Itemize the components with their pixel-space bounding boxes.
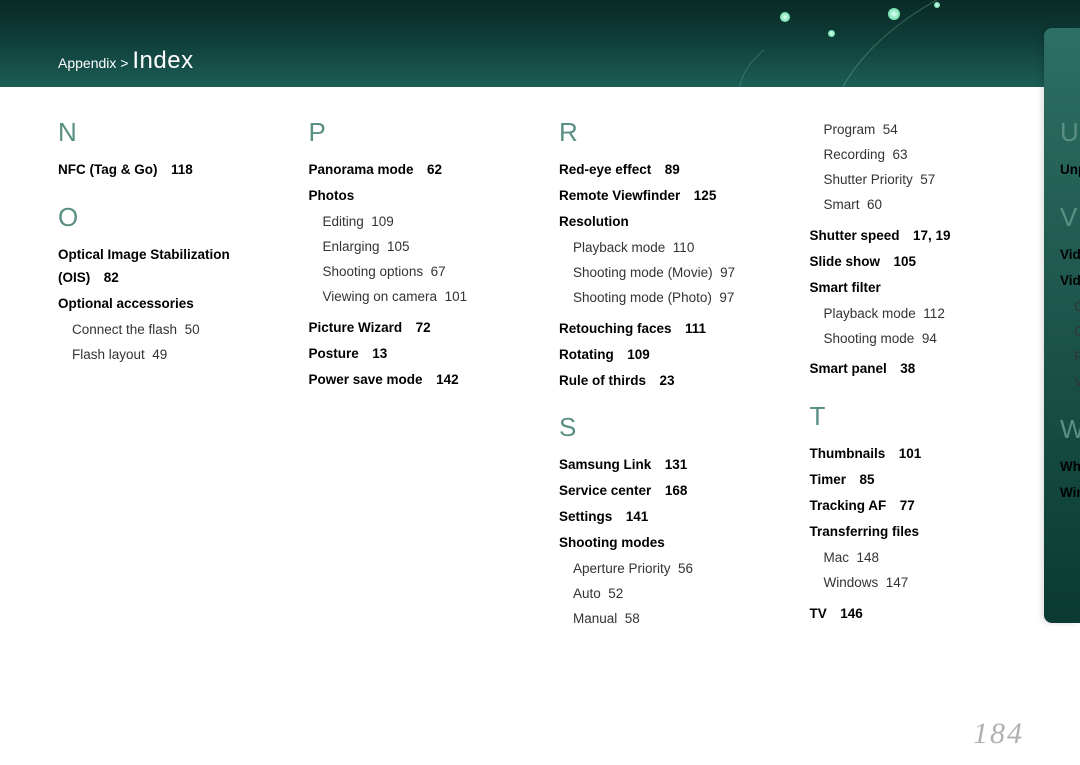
index-entry[interactable]: Picture Wizard 72 xyxy=(309,317,520,340)
index-sub-list: Aperture Priority 56Auto 52Manual 58 xyxy=(573,558,770,631)
index-letter: W xyxy=(1060,416,1080,442)
index-entry[interactable]: Timer 85 xyxy=(810,469,1021,492)
breadcrumb-separator: > xyxy=(120,55,128,71)
index-sub-entry[interactable]: Auto 52 xyxy=(573,583,770,606)
index-sub-entry[interactable]: Aperture Priority 56 xyxy=(573,558,770,581)
index-section-o: O Optical Image Stabilization (OIS) 82 Opt… xyxy=(58,204,269,367)
index-entry[interactable]: Tracking AF 77 xyxy=(810,495,1021,518)
index-sub-list: Playback mode 112Shooting mode 94 xyxy=(824,303,1021,351)
index-section-n: N NFC (Tag & Go) 118 xyxy=(58,119,269,182)
index-sub-entry[interactable]: Options 97 xyxy=(1074,321,1080,344)
index-sub-list: Playback mode 110Shooting mode (Movie) 9… xyxy=(573,237,770,310)
index-entry[interactable]: Service center 168 xyxy=(559,480,770,503)
index-entry[interactable]: Video Out 142 xyxy=(1060,244,1080,267)
index-sub-entry[interactable]: Playback mode 110 xyxy=(573,237,770,260)
index-entry[interactable]: Resolution xyxy=(559,211,770,234)
index-entry[interactable]: Shutter speed 17, 19 xyxy=(810,225,1021,248)
index-section-u: U Unpacking 28 xyxy=(1060,119,1080,182)
index-section-w: W White balance 70 Wireless network 114 xyxy=(1060,416,1080,505)
index-entry[interactable]: Panorama mode 62 xyxy=(309,159,520,182)
index-letter: V xyxy=(1060,204,1080,230)
index-entry[interactable]: White balance 70 xyxy=(1060,456,1080,479)
index-sub-entry[interactable]: Shooting mode 94 xyxy=(824,328,1021,351)
index-sub-entry[interactable]: Recording 63 xyxy=(1074,346,1080,369)
index-sub-entry[interactable]: Windows 147 xyxy=(824,572,1021,595)
index-sub-entry[interactable]: Playback mode 112 xyxy=(824,303,1021,326)
index-sub-entry[interactable]: Connect the flash 50 xyxy=(72,319,269,342)
index-sub-list: Editing 109Enlarging 105Shooting options… xyxy=(323,211,520,309)
index-entry[interactable]: Transferring files xyxy=(810,521,1021,544)
index-sub-entry[interactable]: Editing 109 xyxy=(323,211,520,234)
index-entry[interactable]: Samsung Link 131 xyxy=(559,454,770,477)
index-sub-entry[interactable]: Enlarging 105 xyxy=(323,236,520,259)
header-decoration xyxy=(660,0,1080,87)
index-entry[interactable]: Rule of thirds 23 xyxy=(559,370,770,393)
index-entry[interactable]: Red-eye effect 89 xyxy=(559,159,770,182)
index-entry[interactable]: Power save mode 142 xyxy=(309,369,520,392)
index-section-p: P Panorama mode 62 Photos Editing 109Enlarg… xyxy=(309,119,520,391)
index-entry[interactable]: Thumbnails 101 xyxy=(810,443,1021,466)
index-letter: O xyxy=(58,204,269,230)
index-sub-entry[interactable]: Viewing on camera 101 xyxy=(323,286,520,309)
index-sub-entry[interactable]: Manual 58 xyxy=(573,608,770,631)
index-entry[interactable]: Posture 13 xyxy=(309,343,520,366)
index-letter: R xyxy=(559,119,770,145)
breadcrumb-section: Appendix xyxy=(58,55,116,71)
index-entry[interactable]: TV 146 xyxy=(810,603,1021,626)
index-letter: P xyxy=(309,119,520,145)
index-entry[interactable]: Photos xyxy=(309,185,520,208)
index-section-s: S Samsung Link 131 Service center 168 Setti… xyxy=(559,414,770,631)
index-letter: U xyxy=(1060,119,1080,145)
index-sub-list: Capturing 108 Options 97 Recording 63 Viewi… xyxy=(1074,296,1080,394)
page-header: Appendix > Index xyxy=(0,0,1080,87)
index-entry[interactable]: Rotating 109 xyxy=(559,344,770,367)
index-sub-entry[interactable]: Recording 63 xyxy=(824,144,1021,167)
index-entry[interactable]: Shooting modes xyxy=(559,532,770,555)
index-sub-entry[interactable]: Capturing 108 xyxy=(1074,296,1080,319)
index-entry[interactable]: Settings 141 xyxy=(559,506,770,529)
index-sub-entry[interactable]: Shooting mode (Photo) 97 xyxy=(573,287,770,310)
index-entry[interactable]: Wireless network 114 xyxy=(1060,482,1080,505)
index-entry[interactable]: NFC (Tag & Go) 118 xyxy=(58,159,269,182)
index-section-v: V Video Out 142 Videos Capturing 108 Options… xyxy=(1060,204,1080,394)
index-entry[interactable]: Optical Image Stabilization (OIS) 82 xyxy=(58,244,269,290)
index-sub-list: Mac 148Windows 147 xyxy=(824,547,1021,595)
page-title: Index xyxy=(132,47,193,74)
index-letter: S xyxy=(559,414,770,440)
index-sub-entry[interactable]: Mac 148 xyxy=(824,547,1021,570)
index-sub-entry[interactable]: Shutter Priority 57 xyxy=(824,169,1021,192)
index-letter: T xyxy=(810,403,1021,429)
index-section-r: R Red-eye effect 89 Remote Viewfinder 125 R… xyxy=(559,119,770,392)
index-sub-entry[interactable]: Smart 60 xyxy=(824,194,1021,217)
index-entry[interactable]: Smart filter xyxy=(810,277,1021,300)
page-number: 184 xyxy=(973,717,1024,751)
index-sub-entry[interactable]: Shooting mode (Movie) 97 xyxy=(573,262,770,285)
index-entry[interactable]: Remote Viewfinder 125 xyxy=(559,185,770,208)
index-letter: N xyxy=(58,119,269,145)
index-entry[interactable]: Videos xyxy=(1060,270,1080,293)
index-sub-entry[interactable]: Program 54 xyxy=(824,119,1021,142)
index-sub-entry[interactable]: Viewing 107 xyxy=(1074,371,1080,394)
index-sub-list: Connect the flash 50Flash layout 49 xyxy=(72,319,269,367)
index-content: N NFC (Tag & Go) 118 O Optical Image Stabil… xyxy=(0,87,1080,639)
index-entry[interactable]: Slide show 105 xyxy=(810,251,1021,274)
index-entry[interactable]: Retouching faces 111 xyxy=(559,318,770,341)
index-section-t: T Thumbnails 101 Timer 85 Tracking AF 77 Tra… xyxy=(810,403,1021,626)
index-entry[interactable]: Smart panel 38 xyxy=(810,358,1021,381)
index-section-continuation: Program 54Recording 63Shutter Priority 5… xyxy=(810,119,1021,381)
index-entry[interactable]: Optional accessories xyxy=(58,293,269,316)
index-sub-entry[interactable]: Shooting options 67 xyxy=(323,261,520,284)
index-sub-entry[interactable]: Flash layout 49 xyxy=(72,344,269,367)
index-entry[interactable]: Unpacking 28 xyxy=(1060,159,1080,182)
index-sub-list: Program 54Recording 63Shutter Priority 5… xyxy=(824,119,1021,217)
breadcrumb: Appendix > Index xyxy=(58,47,194,75)
